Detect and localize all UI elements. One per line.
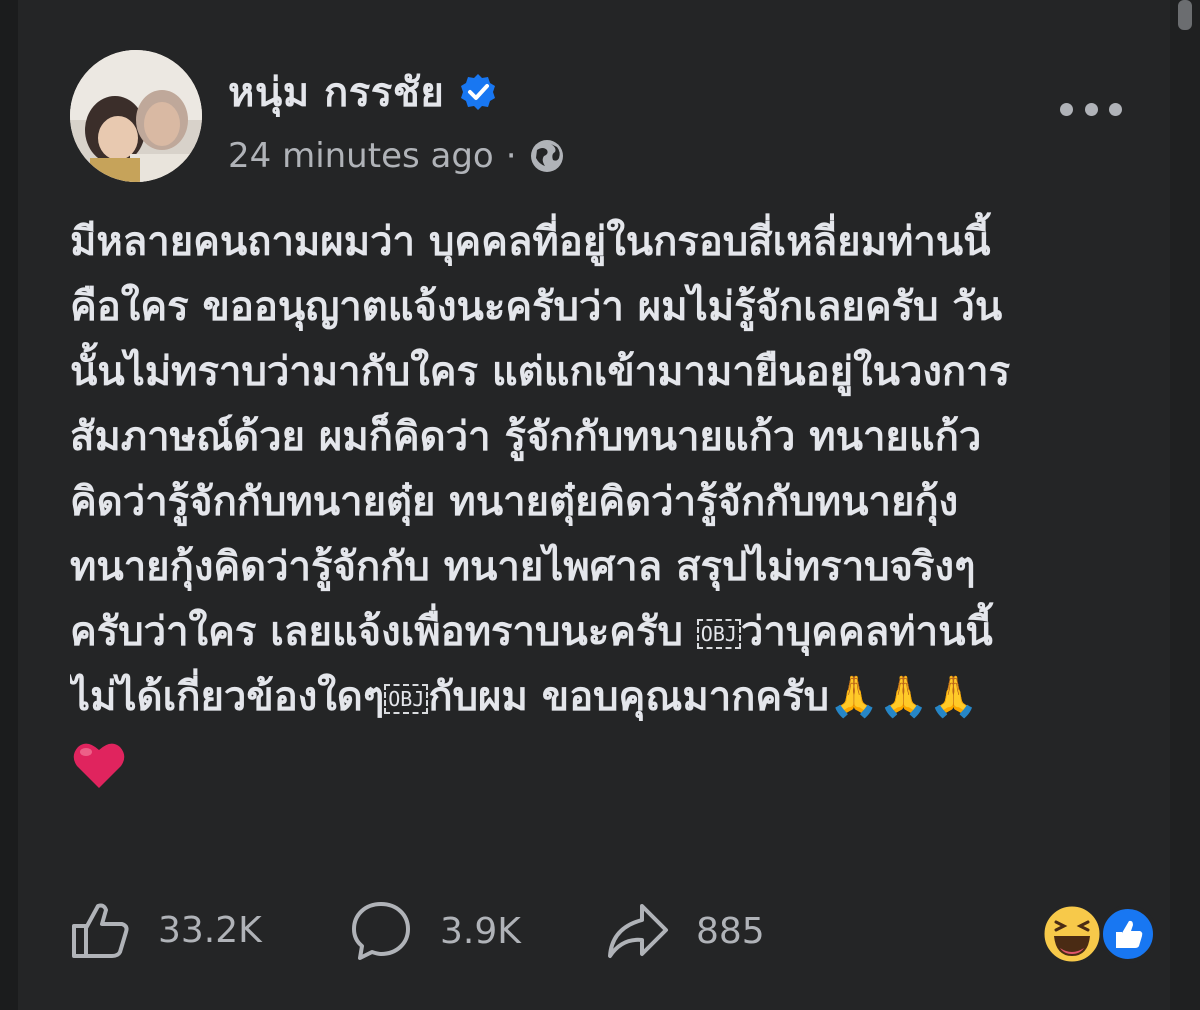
more-dot xyxy=(1109,102,1122,116)
object-replacement-glyph: OBJ xyxy=(384,684,429,714)
object-replacement-glyph: OBJ xyxy=(696,619,741,649)
more-dot xyxy=(1084,102,1098,116)
left-edge xyxy=(0,0,18,1010)
post-line: มีหลายคนถามผมว่า บุคคลที่อยู่ในกรอบสี่เห… xyxy=(70,219,991,265)
scrollbar-track[interactable] xyxy=(1170,0,1200,1010)
post-meta: 24 minutes ago · xyxy=(228,136,565,176)
share-button[interactable]: 885 xyxy=(604,898,765,964)
action-bar: 33.2K 3.9K 885 xyxy=(68,898,1168,978)
meta-separator: · xyxy=(505,136,517,176)
post-line-segment: ครับว่าใคร เลยแจ้งเพื่อทราบนะครับ xyxy=(70,609,697,655)
like-reaction-icon xyxy=(1099,905,1157,963)
heart-icon xyxy=(73,743,125,788)
post-card: หนุ่ม กรรชัย 24 minutes ago · มีหลายคนถา… xyxy=(0,0,1200,1010)
comment-button[interactable]: 3.9K xyxy=(348,898,521,964)
avatar[interactable] xyxy=(70,50,202,182)
comment-icon xyxy=(352,902,410,960)
author-header: หนุ่ม กรรชัย xyxy=(228,60,498,124)
post-body: มีหลายคนถามผมว่า บุคคลที่อยู่ในกรอบสี่เห… xyxy=(70,210,1155,730)
post-line: ครับว่าใคร เลยแจ้งเพื่อทราบนะครับ OBJ ว่า… xyxy=(70,600,1155,665)
post-line-segment: กับผม ขอบคุณมากครับ xyxy=(428,674,830,720)
share-count: 885 xyxy=(696,910,765,952)
like-count: 33.2K xyxy=(158,909,262,951)
more-dot xyxy=(1060,102,1073,116)
post-line: ทนายกุ้งคิดว่ารู้จักกับ ทนายไพศาล สรุปไม… xyxy=(70,544,976,590)
scrollbar-thumb[interactable] xyxy=(1178,0,1192,30)
post-line-segment: ว่าบุคคลท่านนี้ xyxy=(740,609,993,655)
post-line: คิดว่ารู้จักกับทนายตุ๋ย ทนายตุ๋ยคิดว่ารู… xyxy=(70,479,959,525)
post-line: คือใคร ขออนุญาตแจ้งนะครับว่า ผมไม่รู้จัก… xyxy=(70,284,1003,330)
heart-emoji-row xyxy=(72,740,126,794)
verified-badge-icon xyxy=(461,74,496,110)
post-line: สัมภาษณ์ด้วย ผมก็คิดว่า รู้จักกับทนายแก้… xyxy=(70,414,982,460)
prayer-hands-emoji: 🙏🙏🙏 xyxy=(829,674,979,720)
like-button[interactable]: 33.2K xyxy=(68,898,262,962)
share-icon xyxy=(608,904,668,958)
reactions-icons xyxy=(1041,903,1157,965)
reaction-summary[interactable] xyxy=(1040,902,1160,966)
avatar-photo xyxy=(70,50,202,182)
post-line: นั้นไม่ทราบว่ามากับใคร แต่แกเข้ามามายืนอ… xyxy=(70,349,1011,395)
post-line-segment: ไม่ได้เกี่ยวข้องใดๆ xyxy=(70,674,385,720)
post-line: ไม่ได้เกี่ยวข้องใดๆ OBJ กับผม ขอบคุณมากครั… xyxy=(70,665,1155,730)
like-icon xyxy=(72,903,129,958)
haha-reaction-icon xyxy=(1041,903,1103,965)
timestamp[interactable]: 24 minutes ago xyxy=(228,136,494,176)
author-name[interactable]: หนุ่ม กรรชัย xyxy=(228,60,444,124)
globe-icon[interactable] xyxy=(529,138,565,174)
more-options-icon[interactable] xyxy=(1060,96,1122,122)
comment-count: 3.9K xyxy=(440,910,521,952)
